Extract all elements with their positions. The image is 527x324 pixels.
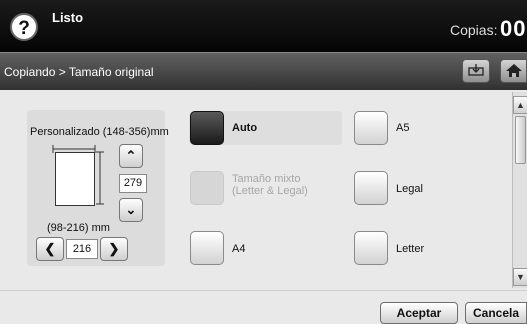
chevron-left-icon: ❮: [44, 241, 56, 256]
option-a5-button[interactable]: [354, 111, 388, 145]
scroll-down-button[interactable]: ▼: [513, 268, 527, 286]
option-legal-button[interactable]: [354, 171, 388, 205]
tray-icon: [468, 64, 484, 76]
width-dimension-indicator: [52, 145, 96, 153]
option-a4-label: A4: [232, 243, 246, 255]
option-auto-button[interactable]: [190, 111, 224, 145]
option-a4-button[interactable]: [190, 231, 224, 265]
help-question-icon[interactable]: ?: [10, 13, 38, 41]
arrow-down-icon: ▼: [516, 272, 525, 282]
scroll-up-button[interactable]: ▲: [513, 96, 527, 114]
option-legal-label: Legal: [396, 183, 423, 195]
width-increase-button[interactable]: ❯: [100, 237, 128, 261]
tray-button[interactable]: [462, 59, 490, 83]
cancel-button[interactable]: Cancela: [465, 302, 527, 324]
option-mixed-size-label: Tamaño mixto (Letter & Legal): [232, 173, 308, 197]
breadcrumb: Copiando > Tamaño original: [4, 65, 154, 79]
option-auto-label: Auto: [232, 122, 258, 134]
scroll-thumb[interactable]: [515, 116, 526, 164]
width-decrease-button[interactable]: ❮: [36, 237, 64, 261]
home-icon: [506, 64, 522, 77]
length-dimension-indicator: [96, 151, 104, 205]
length-value-field[interactable]: 279: [119, 174, 147, 193]
length-increase-button[interactable]: ⌃: [119, 144, 143, 168]
copies-value: 001: [500, 16, 527, 41]
paper-preview: [55, 152, 95, 206]
breadcrumb-bar: Copiando > Tamaño original: [0, 52, 527, 91]
width-value-field[interactable]: 216: [66, 239, 98, 259]
option-letter-button[interactable]: [354, 231, 388, 265]
chevron-down-icon: ⌄: [125, 202, 137, 217]
status-text: Listo: [52, 10, 84, 25]
chevron-up-icon: ⌃: [125, 148, 137, 163]
option-letter-label: Letter: [396, 243, 425, 255]
option-mixed-size-button: [190, 171, 224, 205]
option-a5-label: A5: [396, 122, 410, 134]
status-bar: ? Listo Copias: 001: [0, 0, 527, 52]
width-range-label: (98-216) mm: [47, 222, 110, 234]
length-decrease-button[interactable]: ⌄: [119, 198, 143, 222]
chevron-right-icon: ❯: [108, 241, 120, 256]
accept-button[interactable]: Aceptar: [380, 302, 458, 324]
custom-size-title: Personalizado (148-356)mm: [30, 126, 169, 138]
scrollbar[interactable]: ▲ ▼: [512, 92, 527, 288]
home-button[interactable]: [500, 59, 527, 83]
copies-label: Copias:: [450, 22, 498, 38]
arrow-up-icon: ▲: [516, 100, 525, 110]
